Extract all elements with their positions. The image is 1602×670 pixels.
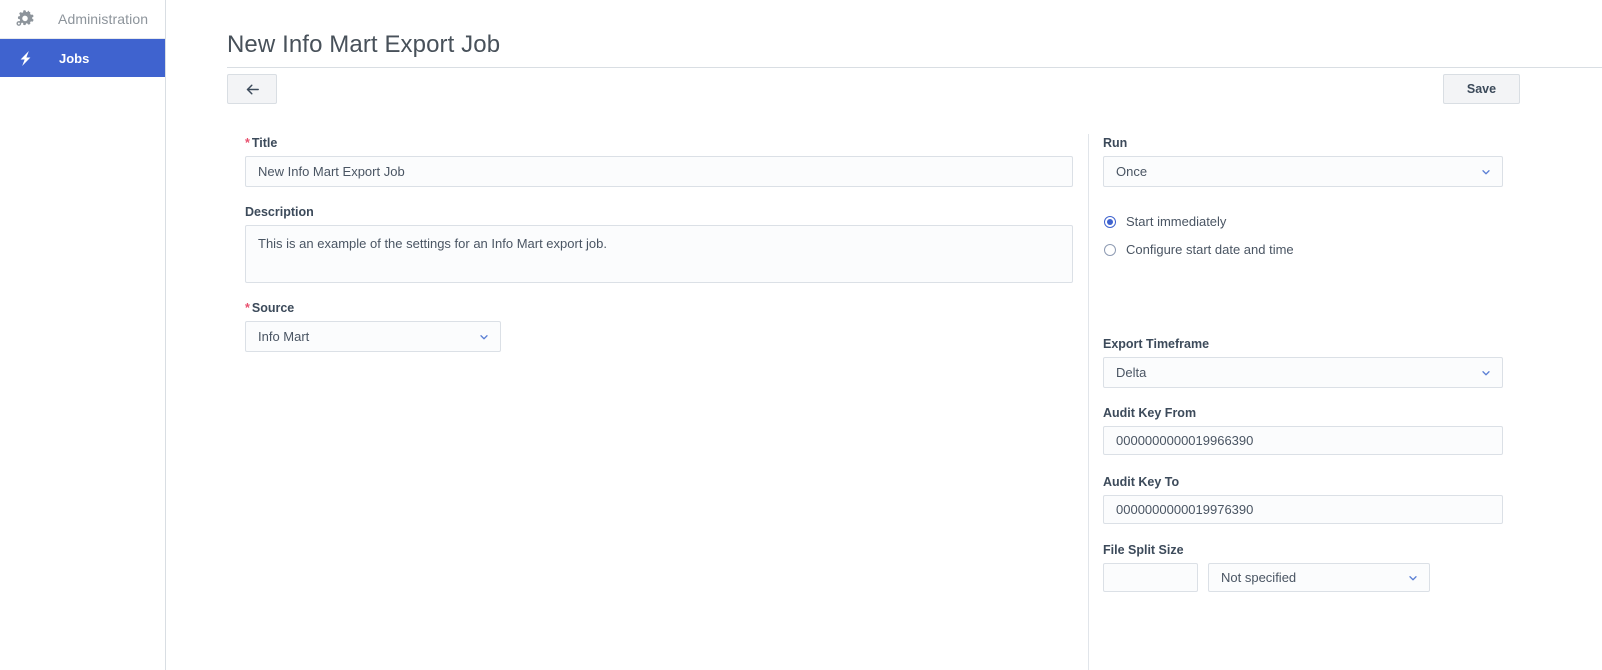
- title-field-label: * Title: [245, 136, 277, 150]
- arrow-left-icon: [244, 81, 261, 98]
- sidebar-item-label: Administration: [58, 11, 149, 27]
- radio-button-selected-icon: [1104, 215, 1116, 228]
- radio-start-immediately[interactable]: Start immediately: [1104, 214, 1226, 229]
- gears-icon: [12, 6, 38, 32]
- app-root: Administration Jobs New Info Mart Export…: [0, 0, 1602, 670]
- run-label-text: Run: [1103, 136, 1128, 150]
- radio-button-icon: [1104, 243, 1116, 256]
- audit-key-to-label-text: Audit Key To: [1103, 475, 1180, 489]
- sidebar-item-jobs[interactable]: Jobs: [0, 39, 165, 77]
- required-marker: *: [245, 301, 250, 315]
- file-split-size-unit-value: Not specified: [1221, 570, 1297, 585]
- source-label-text: Source: [251, 301, 295, 315]
- audit-key-from-label-text: Audit Key From: [1103, 406, 1197, 420]
- run-select[interactable]: Once: [1103, 156, 1503, 187]
- back-button[interactable]: [227, 74, 277, 104]
- export-timeframe-select-value: Delta: [1116, 365, 1147, 380]
- source-field-label: * Source: [245, 301, 294, 315]
- radio-start-immediately-label: Start immediately: [1126, 214, 1227, 229]
- audit-key-to-input[interactable]: [1103, 495, 1503, 524]
- export-timeframe-label-text: Export Timeframe: [1103, 337, 1210, 351]
- title-label-text: Title: [251, 136, 278, 150]
- file-split-size-field-label: File Split Size: [1103, 543, 1184, 557]
- radio-configure-start-date-label: Configure start date and time: [1126, 242, 1294, 257]
- required-marker: *: [245, 136, 250, 150]
- audit-key-from-field-label: Audit Key From: [1103, 406, 1196, 420]
- chevron-down-icon: [1480, 367, 1492, 379]
- file-split-size-unit-select[interactable]: Not specified: [1208, 563, 1430, 592]
- save-button-label: Save: [1466, 82, 1497, 96]
- title-divider: [227, 67, 1602, 68]
- page-title: New Info Mart Export Job: [227, 31, 501, 58]
- description-textarea[interactable]: [245, 225, 1073, 283]
- save-button[interactable]: Save: [1443, 74, 1520, 104]
- chevron-down-icon: [1480, 166, 1492, 178]
- file-split-size-label-text: File Split Size: [1103, 543, 1184, 557]
- chevron-down-icon: [478, 331, 490, 343]
- export-timeframe-select[interactable]: Delta: [1103, 357, 1503, 388]
- radio-configure-start-date[interactable]: Configure start date and time: [1104, 242, 1294, 257]
- lightning-bolt-icon: [12, 45, 38, 71]
- file-split-size-input[interactable]: [1103, 563, 1198, 592]
- sidebar-item-administration[interactable]: Administration: [0, 0, 165, 38]
- sidebar-item-label: Jobs: [59, 50, 90, 66]
- audit-key-from-input[interactable]: [1103, 426, 1503, 455]
- sidebar: Administration Jobs: [0, 0, 166, 670]
- title-input[interactable]: [245, 156, 1073, 187]
- run-field-label: Run: [1103, 136, 1127, 150]
- audit-key-to-field-label: Audit Key To: [1103, 475, 1179, 489]
- source-select-value: Info Mart: [258, 329, 310, 344]
- main-content: New Info Mart Export Job Save *Title Des…: [166, 0, 1602, 670]
- source-select[interactable]: Info Mart: [245, 321, 501, 352]
- chevron-down-icon: [1407, 572, 1419, 584]
- column-divider: [1088, 134, 1089, 670]
- run-select-value: Once: [1116, 164, 1148, 179]
- description-label-text: Description: [245, 205, 314, 219]
- export-timeframe-field-label: Export Timeframe: [1103, 337, 1209, 351]
- description-field-label: Description: [245, 205, 314, 219]
